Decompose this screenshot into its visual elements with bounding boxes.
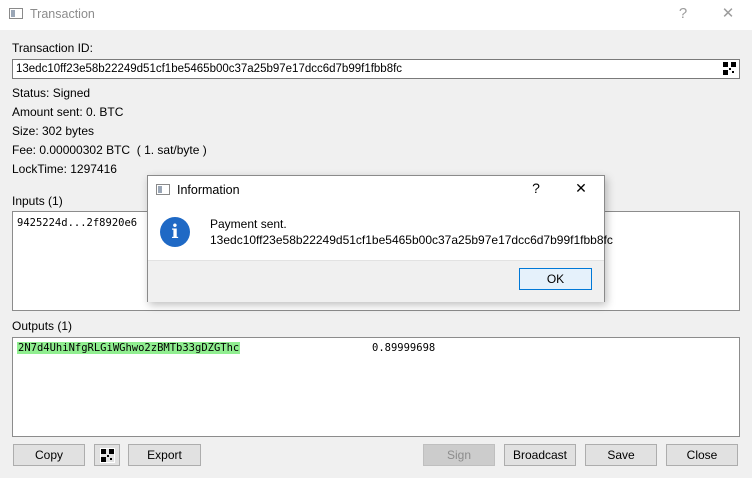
inputs-label: Inputs (1) <box>12 194 63 208</box>
sign-button[interactable]: Sign <box>423 444 495 466</box>
output-amount: 0.89999698 <box>372 342 436 354</box>
copy-button[interactable]: Copy <box>13 444 85 466</box>
outputs-label: Outputs (1) <box>12 319 73 333</box>
txid-field[interactable]: 13edc10ff23e58b22249d51cf1be5465b00c37a2… <box>12 59 740 79</box>
amount-text: Amount sent: 0. BTC <box>12 105 124 119</box>
window-title: Transaction <box>30 7 95 21</box>
locktime-text: LockTime: 1297416 <box>12 162 117 176</box>
dialog-title: Information <box>177 183 240 197</box>
input-item[interactable]: 9425224d...2f8920e6 <box>17 217 137 229</box>
export-button[interactable]: Export <box>128 444 201 466</box>
qr-button[interactable] <box>94 444 120 466</box>
information-dialog: Information ? ✕ i Payment sent. 13edc10f… <box>147 175 613 302</box>
fee-text: Fee: 0.00000302 BTC ( 1. sat/byte ) <box>12 143 207 157</box>
status-text: Status: Signed <box>12 86 91 100</box>
qr-code-icon <box>100 448 115 463</box>
ok-button[interactable]: OK <box>519 268 592 290</box>
dialog-detail: 13edc10ff23e58b22249d51cf1be5465b00c37a2… <box>210 233 613 247</box>
save-button[interactable]: Save <box>585 444 657 466</box>
output-address[interactable]: 2N7d4UhiNfgRLGiWGhwo2zBMTb33gDZGThc <box>17 342 241 354</box>
dialog-help-button[interactable]: ? <box>526 180 546 196</box>
title-bar: Transaction ? ✕ <box>0 0 752 30</box>
close-button[interactable]: Close <box>666 444 738 466</box>
qr-code-icon[interactable] <box>722 61 737 76</box>
dialog-message: Payment sent. <box>210 217 287 231</box>
outputs-list[interactable]: 2N7d4UhiNfgRLGiWGhwo2zBMTb33gDZGThc 0.89… <box>12 337 740 437</box>
dialog-close-button[interactable]: ✕ <box>571 180 591 197</box>
txid-value: 13edc10ff23e58b22249d51cf1be5465b00c37a2… <box>16 63 403 75</box>
window-icon <box>9 8 23 19</box>
info-icon: i <box>160 217 190 247</box>
txid-label: Transaction ID: <box>12 41 93 55</box>
size-text: Size: 302 bytes <box>12 124 95 138</box>
close-window-button[interactable]: ✕ <box>714 3 742 25</box>
window-icon <box>156 184 170 195</box>
help-button[interactable]: ? <box>669 3 697 25</box>
broadcast-button[interactable]: Broadcast <box>504 444 576 466</box>
